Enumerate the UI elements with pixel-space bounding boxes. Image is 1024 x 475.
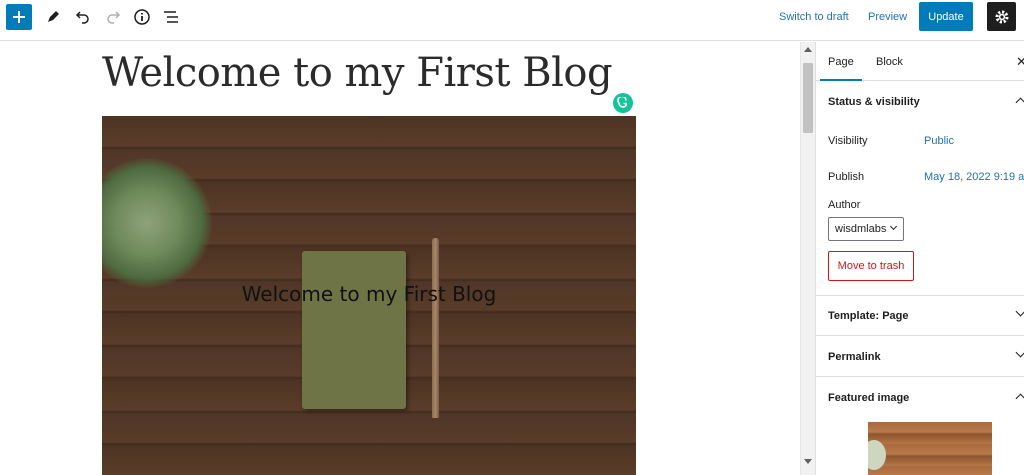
chevron-up-icon — [1015, 97, 1024, 108]
cover-block[interactable]: Welcome to my First Blog — [102, 116, 636, 475]
list-view-icon — [164, 11, 178, 23]
panel-permalink-label: Permalink — [828, 351, 881, 363]
panel-status-visibility[interactable]: Status & visibility — [816, 82, 1024, 122]
details-button[interactable] — [129, 4, 155, 30]
tab-page[interactable]: Page — [828, 56, 854, 68]
scroll-up-arrow-icon[interactable] — [804, 47, 812, 52]
close-icon[interactable]: ✕ — [1016, 54, 1024, 70]
pencil-icon — [48, 11, 59, 22]
publish-date-value[interactable]: May 18, 2022 9:19 am — [924, 171, 1024, 183]
preview-link[interactable]: Preview — [868, 11, 907, 23]
pencil-image — [432, 238, 439, 418]
visibility-value[interactable]: Public — [924, 135, 954, 147]
plus-icon — [13, 11, 25, 23]
list-view-button[interactable] — [158, 4, 184, 30]
move-to-trash-button[interactable]: Move to trash — [828, 251, 914, 281]
tab-block[interactable]: Block — [876, 56, 903, 68]
panel-status-visibility-label: Status & visibility — [828, 96, 920, 108]
post-title[interactable]: Welcome to my First Blog — [102, 50, 613, 96]
undo-button[interactable] — [70, 4, 96, 30]
canvas-scrollbar[interactable] — [800, 42, 815, 475]
author-select-value: wisdmlabs — [835, 223, 887, 235]
panel-permalink[interactable]: Permalink — [816, 337, 1024, 377]
chevron-up-icon — [1015, 393, 1024, 404]
chevron-down-icon — [889, 222, 898, 231]
editor-toolbar: Switch to draft Preview Update — [0, 0, 1024, 41]
visibility-label: Visibility — [828, 135, 868, 147]
settings-button[interactable] — [987, 2, 1016, 31]
info-icon — [134, 9, 150, 25]
redo-button[interactable] — [100, 4, 126, 30]
scroll-down-arrow-icon[interactable] — [804, 459, 812, 464]
author-select[interactable]: wisdmlabs — [828, 217, 904, 241]
redo-icon — [107, 11, 121, 24]
grammarly-icon[interactable] — [613, 93, 633, 113]
gear-icon — [995, 10, 1008, 23]
panel-template[interactable]: Template: Page — [816, 296, 1024, 336]
publish-label: Publish — [828, 171, 865, 183]
add-block-button[interactable] — [6, 4, 32, 30]
panel-featured-image-label: Featured image — [828, 392, 910, 404]
notebook-image — [302, 251, 406, 409]
sidebar-tabs: Page Block ✕ — [816, 42, 1024, 81]
undo-icon — [75, 11, 89, 24]
chevron-down-icon — [1015, 306, 1024, 317]
panel-featured-image[interactable]: Featured image — [816, 378, 1024, 418]
settings-sidebar: Page Block ✕ Status & visibility Visibil… — [815, 42, 1024, 475]
plant-image — [102, 158, 212, 288]
switch-to-draft-link[interactable]: Switch to draft — [779, 11, 849, 23]
editor-canvas[interactable]: Welcome to my First Blog Welcome to my F… — [0, 42, 800, 475]
chevron-down-icon — [1015, 347, 1024, 358]
update-button[interactable]: Update — [919, 2, 973, 31]
scroll-thumb[interactable] — [803, 63, 813, 133]
grammarly-g-icon — [617, 97, 627, 108]
cover-title[interactable]: Welcome to my First Blog — [102, 282, 636, 306]
author-label: Author — [828, 199, 861, 211]
tools-button[interactable] — [40, 4, 66, 30]
panel-template-label: Template: Page — [828, 310, 909, 322]
active-tab-indicator — [820, 79, 862, 81]
featured-image-thumbnail[interactable] — [868, 422, 992, 475]
